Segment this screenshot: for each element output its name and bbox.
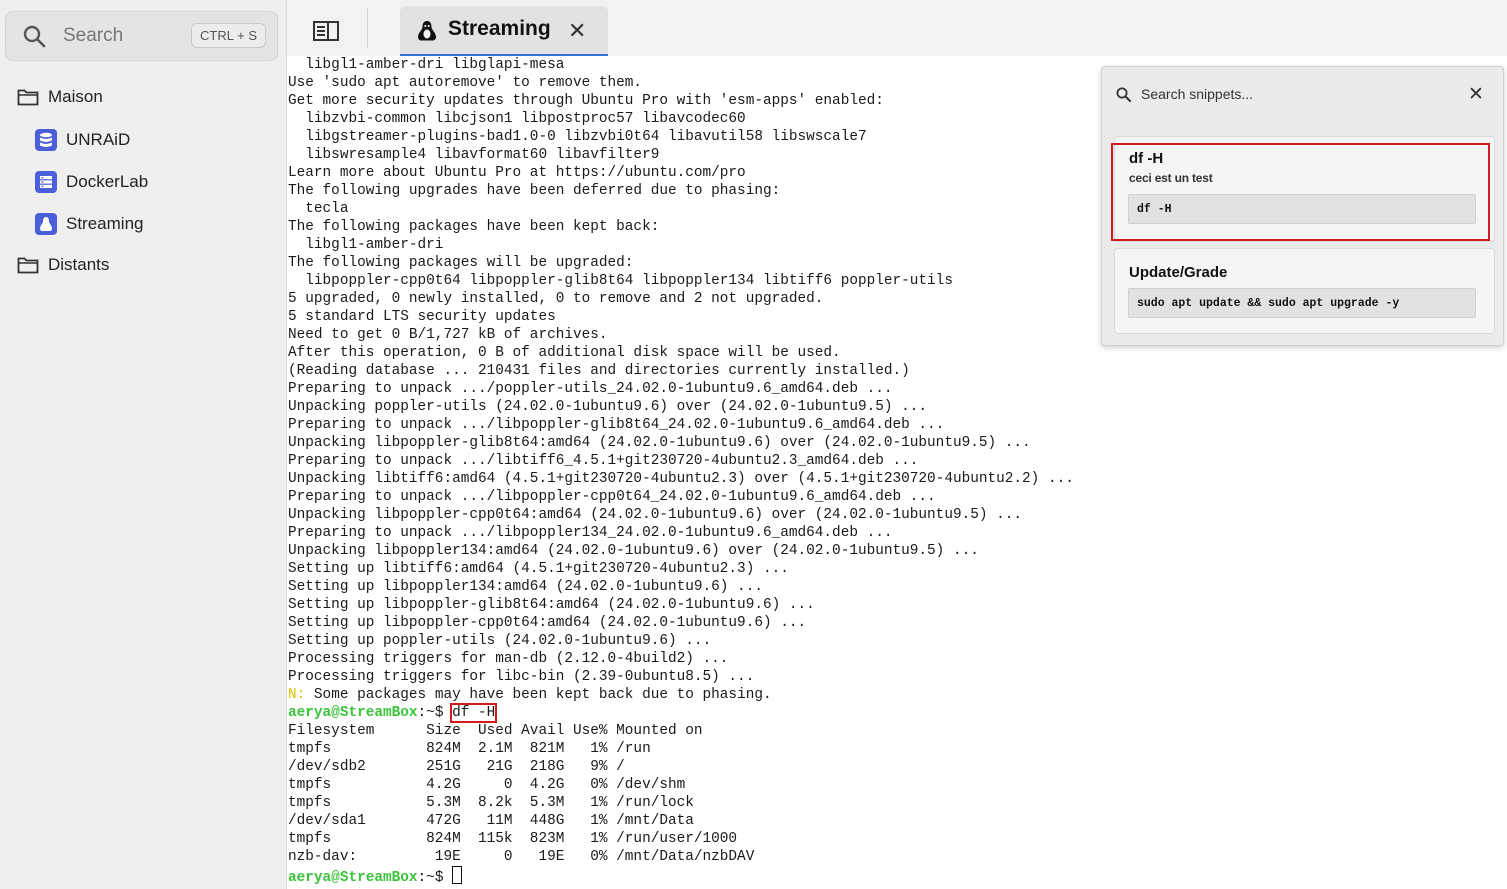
tab-label: Streaming	[448, 17, 551, 40]
terminal-line: libgl1-amber-dri libglapi-mesa	[288, 57, 565, 73]
terminal-line: tmpfs 5.3M 8.2k 5.3M 1% /run/lock	[288, 795, 694, 811]
terminal-line: Setting up poppler-utils (24.02.0-1ubunt…	[288, 633, 712, 649]
notice-text: Some packages may have been kept back du…	[305, 687, 772, 703]
sidebar-host-unraid[interactable]: UNRAiD	[35, 129, 130, 151]
terminal-line: Unpacking libpoppler-cpp0t64:amd64 (24.0…	[288, 507, 1023, 523]
tux-icon	[35, 213, 57, 235]
terminal-line: /dev/sdb2 251G 21G 218G 9% /	[288, 759, 625, 775]
database-icon	[35, 129, 57, 151]
snippet-title: Update/Grade	[1129, 264, 1228, 281]
server-icon	[35, 171, 57, 193]
sidebar-toggle-icon[interactable]	[313, 20, 339, 42]
terminal-line: Learn more about Ubuntu Pro at https://u…	[288, 165, 746, 181]
terminal-line: nzb-dav: 19E 0 19E 0% /mnt/Data/nzbDAV	[288, 849, 755, 865]
terminal-line: libpoppler-cpp0t64 libpoppler-glib8t64 l…	[288, 273, 953, 289]
snippet-command[interactable]: sudo apt update && sudo apt upgrade -y	[1128, 288, 1476, 318]
terminal-line: libgstreamer-plugins-bad1.0-0 libzvbi0t6…	[288, 129, 867, 145]
notice-prefix: N:	[288, 687, 306, 703]
highlight-box	[1111, 143, 1490, 241]
sidebar-host-label: UNRAiD	[66, 130, 131, 149]
terminal-line: tmpfs 824M 2.1M 821M 1% /run	[288, 741, 651, 757]
terminal-line: Filesystem Size Used Avail Use% Mounted …	[288, 723, 703, 739]
terminal-line: Unpacking poppler-utils (24.02.0-1ubuntu…	[288, 399, 928, 415]
close-icon[interactable]: ✕	[1468, 83, 1484, 106]
terminal-prompt-line: aerya@StreamBox:~$ df -H	[288, 703, 1074, 723]
terminal-line: Unpacking libtiff6:amd64 (4.5.1+git23072…	[288, 471, 1074, 487]
sidebar-search-input[interactable]: Search CTRL + S	[5, 11, 278, 61]
terminal-line: Setting up libpoppler134:amd64 (24.02.0-…	[288, 579, 763, 595]
terminal-line: Need to get 0 B/1,727 kB of archives.	[288, 327, 608, 343]
terminal-line: Unpacking libpoppler-glib8t64:amd64 (24.…	[288, 435, 1031, 451]
sidebar-group-maison[interactable]: Maison	[17, 87, 103, 107]
sidebar-host-label: DockerLab	[66, 172, 149, 191]
terminal-line: After this operation, 0 B of additional …	[288, 345, 841, 361]
terminal-line: Setting up libpoppler-glib8t64:amd64 (24…	[288, 597, 815, 613]
prompt-suffix: :~$	[417, 870, 453, 886]
terminal-line: Processing triggers for libc-bin (2.39-0…	[288, 669, 755, 685]
terminal-line: tmpfs 824M 115k 823M 1% /run/user/1000	[288, 831, 738, 847]
terminal-line: Unpacking libpoppler134:amd64 (24.02.0-1…	[288, 543, 979, 559]
folder-icon	[17, 256, 39, 274]
sidebar-group-distants[interactable]: Distants	[17, 255, 109, 275]
snippets-search-placeholder: Search snippets...	[1141, 86, 1254, 102]
terminal-line: 5 upgraded, 0 newly installed, 0 to remo…	[288, 291, 824, 307]
prompt-user: aerya@StreamBox	[288, 870, 418, 886]
sidebar-group-label: Distants	[48, 255, 110, 274]
terminal-line: N: Some packages may have been kept back…	[288, 686, 1074, 704]
terminal-line: The following upgrades have been deferre…	[288, 183, 781, 199]
cursor	[452, 866, 463, 884]
terminal-line: Processing triggers for man-db (2.12.0-4…	[288, 651, 729, 667]
sidebar-host-streaming[interactable]: Streaming	[35, 213, 143, 235]
terminal-line: tmpfs 4.2G 0 4.2G 0% /dev/shm	[288, 777, 686, 793]
terminal-line: Preparing to unpack .../libpoppler-glib8…	[288, 417, 945, 433]
sidebar-host-label: Streaming	[66, 214, 144, 233]
terminal-line: Use 'sudo apt autoremove' to remove them…	[288, 75, 643, 91]
tux-icon	[418, 21, 436, 41]
search-icon	[1116, 87, 1131, 102]
folder-icon	[17, 88, 39, 106]
terminal-line: Preparing to unpack .../libpoppler-cpp0t…	[288, 489, 936, 505]
terminal-line: libgl1-amber-dri	[288, 237, 444, 253]
search-icon	[23, 25, 46, 48]
tab-bar: Streaming ✕	[287, 0, 1507, 56]
sidebar-group-label: Maison	[48, 87, 103, 106]
terminal-line: Setting up libtiff6:amd64 (4.5.1+git2307…	[288, 561, 789, 577]
prompt-suffix: :~$	[417, 705, 453, 721]
terminal-line: Get more security updates through Ubuntu…	[288, 93, 884, 109]
prompt-user: aerya@StreamBox	[288, 705, 418, 721]
divider	[367, 8, 368, 48]
terminal-output: libgl1-amber-dri libglapi-mesa Use 'sudo …	[288, 56, 1074, 886]
terminal-line: The following packages will be upgraded:	[288, 255, 634, 271]
terminal-line: Preparing to unpack .../poppler-utils_24…	[288, 381, 893, 397]
terminal-line: libzvbi-common libcjson1 libpostproc57 l…	[288, 111, 746, 127]
terminal-line: (Reading database ... 210431 files and d…	[288, 363, 910, 379]
terminal-line: libswresample4 libavformat60 libavfilter…	[288, 147, 660, 163]
sidebar-host-dockerlab[interactable]: DockerLab	[35, 171, 148, 193]
terminal-line: /dev/sda1 472G 11M 448G 1% /mnt/Data	[288, 813, 694, 829]
close-icon[interactable]: ✕	[568, 18, 586, 44]
terminal-line: 5 standard LTS security updates	[288, 309, 556, 325]
terminal-line: Preparing to unpack .../libtiff6_4.5.1+g…	[288, 453, 919, 469]
terminal-line: Preparing to unpack .../libpoppler134_24…	[288, 525, 893, 541]
terminal-line: tecla	[288, 201, 349, 217]
search-placeholder: Search	[63, 25, 124, 46]
tab-streaming[interactable]: Streaming ✕	[400, 6, 608, 56]
search-shortcut-badge: CTRL + S	[191, 23, 266, 48]
terminal-line: Setting up libpoppler-cpp0t64:amd64 (24.…	[288, 615, 807, 631]
highlighted-command: df -H	[450, 703, 498, 723]
snippets-panel: Search snippets... ✕ df -H ceci est un t…	[1101, 66, 1504, 346]
terminal-line: The following packages have been kept ba…	[288, 219, 660, 235]
sidebar: Search CTRL + S Maison UNRAiD DockerLab …	[0, 0, 287, 889]
terminal-prompt-line: aerya@StreamBox:~$	[288, 866, 1074, 886]
snippets-search-input[interactable]: Search snippets... ✕	[1102, 67, 1503, 123]
snippet-card[interactable]: Update/Grade sudo apt update && sudo apt…	[1114, 248, 1495, 334]
